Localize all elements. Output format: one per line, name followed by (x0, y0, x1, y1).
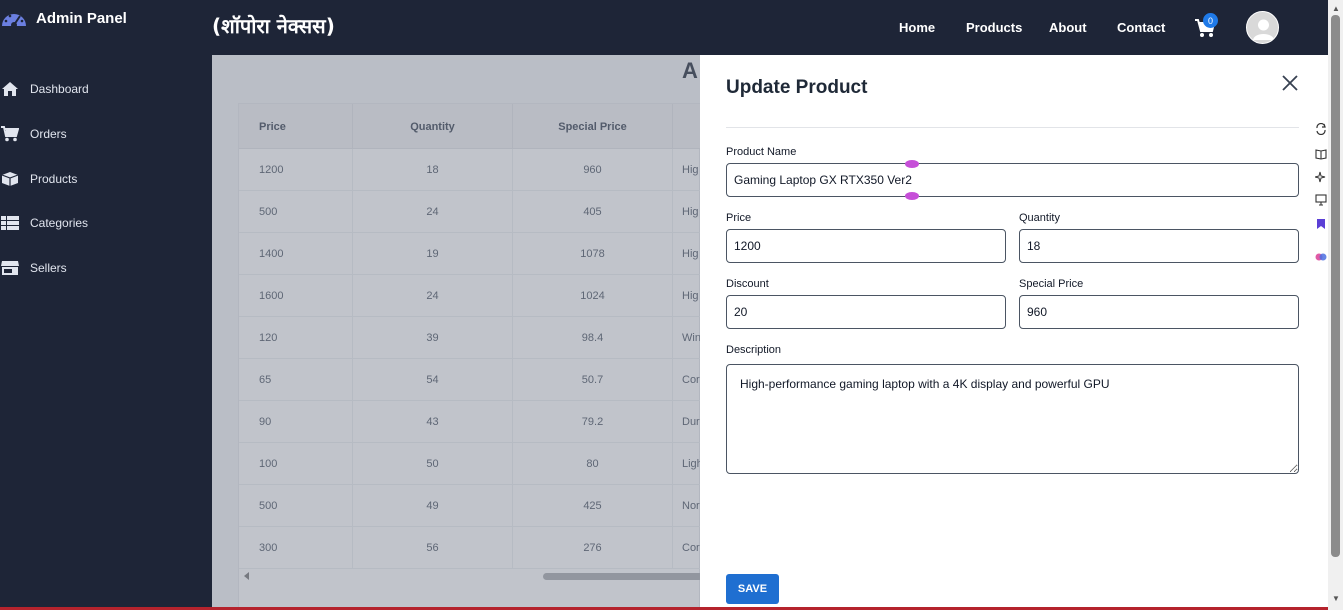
quantity-label: Quantity (1019, 212, 1060, 224)
nav-home-link[interactable]: Home (899, 20, 935, 35)
monitor-icon[interactable] (1315, 194, 1327, 206)
drawer-title: Update Product (726, 77, 868, 98)
scroll-down-icon[interactable]: ▼ (1332, 594, 1340, 603)
site-title[interactable]: (शॉपोरा नेक्सस) (212, 12, 335, 39)
special-price-input[interactable] (1019, 295, 1299, 329)
sidebar-item-label: Dashboard (30, 82, 89, 96)
sidebar-item-dashboard[interactable]: Dashboard (0, 77, 89, 101)
special-price-label: Special Price (1019, 278, 1084, 290)
close-icon[interactable] (1280, 73, 1300, 93)
user-avatar[interactable] (1246, 11, 1279, 44)
sparkle-icon[interactable] (1315, 171, 1327, 183)
boxes-icon (0, 170, 20, 188)
home-icon (0, 80, 20, 98)
top-header: (शॉपोरा नेक्सस) Home Products About Cont… (212, 0, 1328, 55)
sidebar: Admin Panel Dashboard Orders Products Ca… (0, 0, 212, 610)
nav-products-link[interactable]: Products (966, 20, 1022, 35)
grid-list-icon (0, 214, 20, 232)
ai-brain-icon[interactable] (1315, 251, 1327, 263)
modal-backdrop[interactable] (212, 55, 700, 610)
side-toolbar (1311, 115, 1328, 275)
sidebar-item-label: Sellers (30, 261, 67, 275)
nav-about-link[interactable]: About (1049, 20, 1087, 35)
sidebar-item-label: Products (30, 172, 78, 186)
quantity-input[interactable] (1019, 229, 1299, 263)
price-input[interactable] (726, 229, 1006, 263)
product-name-label: Product Name (726, 146, 797, 158)
description-label: Description (726, 344, 782, 356)
discount-label: Discount (726, 278, 769, 290)
discount-input[interactable] (726, 295, 1006, 329)
sidebar-item-label: Categories (30, 216, 89, 230)
bookmark-icon[interactable] (1315, 218, 1327, 230)
sidebar-item-orders[interactable]: Orders (0, 122, 67, 146)
sidebar-item-categories[interactable]: Categories (0, 211, 88, 235)
store-icon (0, 259, 20, 277)
scroll-up-icon[interactable]: ▲ (1332, 4, 1340, 13)
text-selection-handle-top[interactable] (905, 160, 919, 168)
cart-count-badge: 0 (1203, 13, 1218, 28)
text-selection-handle-bottom[interactable] (905, 192, 919, 200)
sidebar-item-label: Orders (30, 127, 67, 141)
page-vertical-scrollbar[interactable]: ▲ ▼ (1328, 0, 1343, 610)
update-product-drawer: Update Product Product Name Price Quanti… (700, 55, 1328, 610)
divider (726, 127, 1299, 128)
gauge-icon (2, 14, 26, 28)
description-textarea[interactable]: High-performance gaming laptop with a 4K… (726, 364, 1299, 474)
sidebar-item-sellers[interactable]: Sellers (0, 256, 67, 280)
brand-title: Admin Panel (36, 9, 127, 27)
brand[interactable]: Admin Panel (0, 6, 127, 30)
product-name-input[interactable] (726, 163, 1299, 197)
save-button[interactable]: SAVE (726, 574, 779, 604)
nav-contact-link[interactable]: Contact (1117, 20, 1165, 35)
price-label: Price (726, 212, 752, 224)
cart-icon (0, 125, 20, 143)
sidebar-item-products[interactable]: Products (0, 167, 77, 191)
refresh-icon[interactable] (1315, 123, 1327, 135)
scrollbar-thumb[interactable] (1331, 15, 1340, 557)
book-icon[interactable] (1315, 148, 1327, 160)
user-icon (1253, 19, 1274, 40)
